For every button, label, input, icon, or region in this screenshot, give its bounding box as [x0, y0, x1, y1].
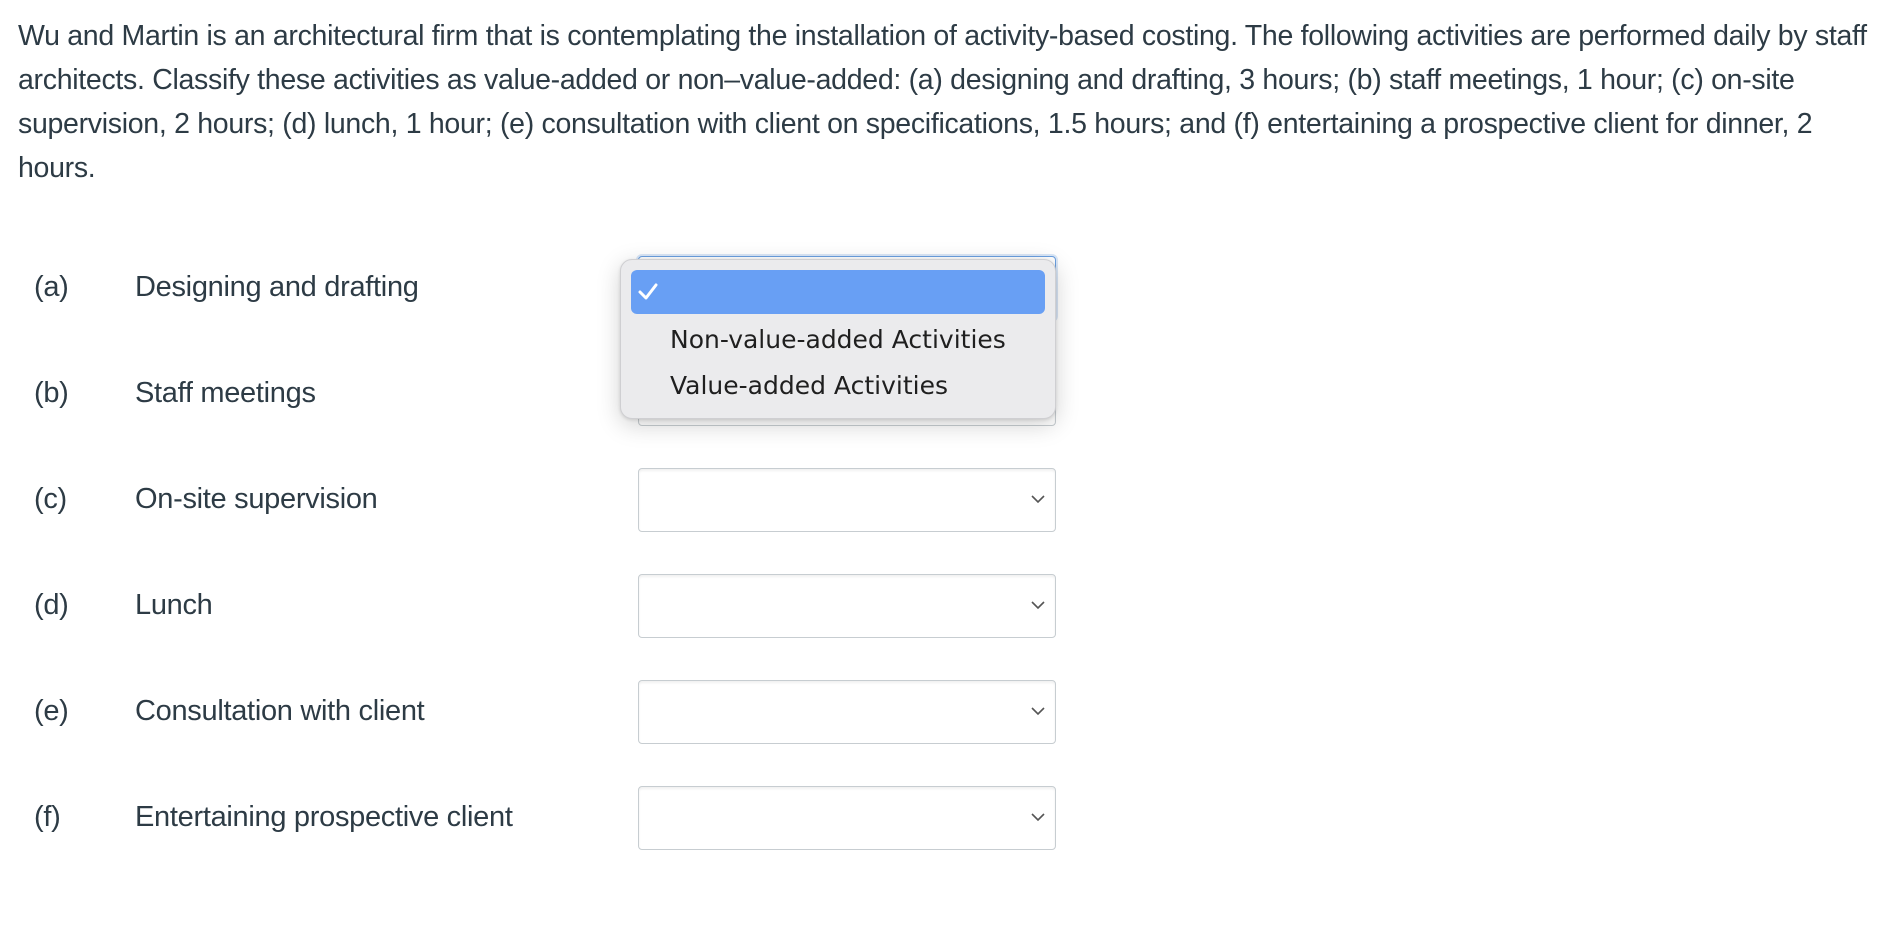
dropdown-option-value-added[interactable]: Value-added Activities — [631, 364, 1045, 408]
question-text: Wu and Martin is an architectural firm t… — [18, 20, 1867, 184]
dropdown-option-blank[interactable] — [631, 270, 1045, 314]
activity-label: Entertaining prospective client — [135, 801, 513, 833]
dropdown-popup: Non-value-added Activities Value-added A… — [620, 259, 1056, 419]
chevron-down-icon — [1031, 495, 1045, 504]
classification-select-d[interactable] — [638, 574, 1056, 638]
dropdown-option-non-value-added[interactable]: Non-value-added Activities — [631, 318, 1045, 362]
row-letter: (b) — [34, 377, 69, 409]
activity-label: Staff meetings — [135, 377, 316, 409]
activity-row-d: (d) Lunch — [0, 574, 1100, 638]
activity-row-c: (c) On-site supervision — [0, 468, 1100, 532]
option-label: Value-added Activities — [670, 371, 948, 400]
activity-label: Lunch — [135, 589, 213, 621]
activity-label: Consultation with client — [135, 695, 425, 727]
row-letter: (f) — [34, 801, 61, 833]
classification-select-c[interactable] — [638, 468, 1056, 532]
row-letter: (e) — [34, 695, 69, 727]
classification-select-f[interactable] — [638, 786, 1056, 850]
option-label: Non-value-added Activities — [670, 325, 1006, 354]
row-letter: (c) — [34, 483, 67, 515]
activity-label: Designing and drafting — [135, 271, 419, 303]
checkmark-icon — [638, 283, 658, 300]
activity-row-e: (e) Consultation with client — [0, 680, 1100, 744]
activity-row-f: (f) Entertaining prospective client — [0, 786, 1100, 850]
row-letter: (d) — [34, 589, 69, 621]
chevron-down-icon — [1031, 707, 1045, 716]
activity-label: On-site supervision — [135, 483, 378, 515]
chevron-down-icon — [1031, 813, 1045, 822]
chevron-down-icon — [1031, 601, 1045, 610]
row-letter: (a) — [34, 271, 69, 303]
classification-select-e[interactable] — [638, 680, 1056, 744]
